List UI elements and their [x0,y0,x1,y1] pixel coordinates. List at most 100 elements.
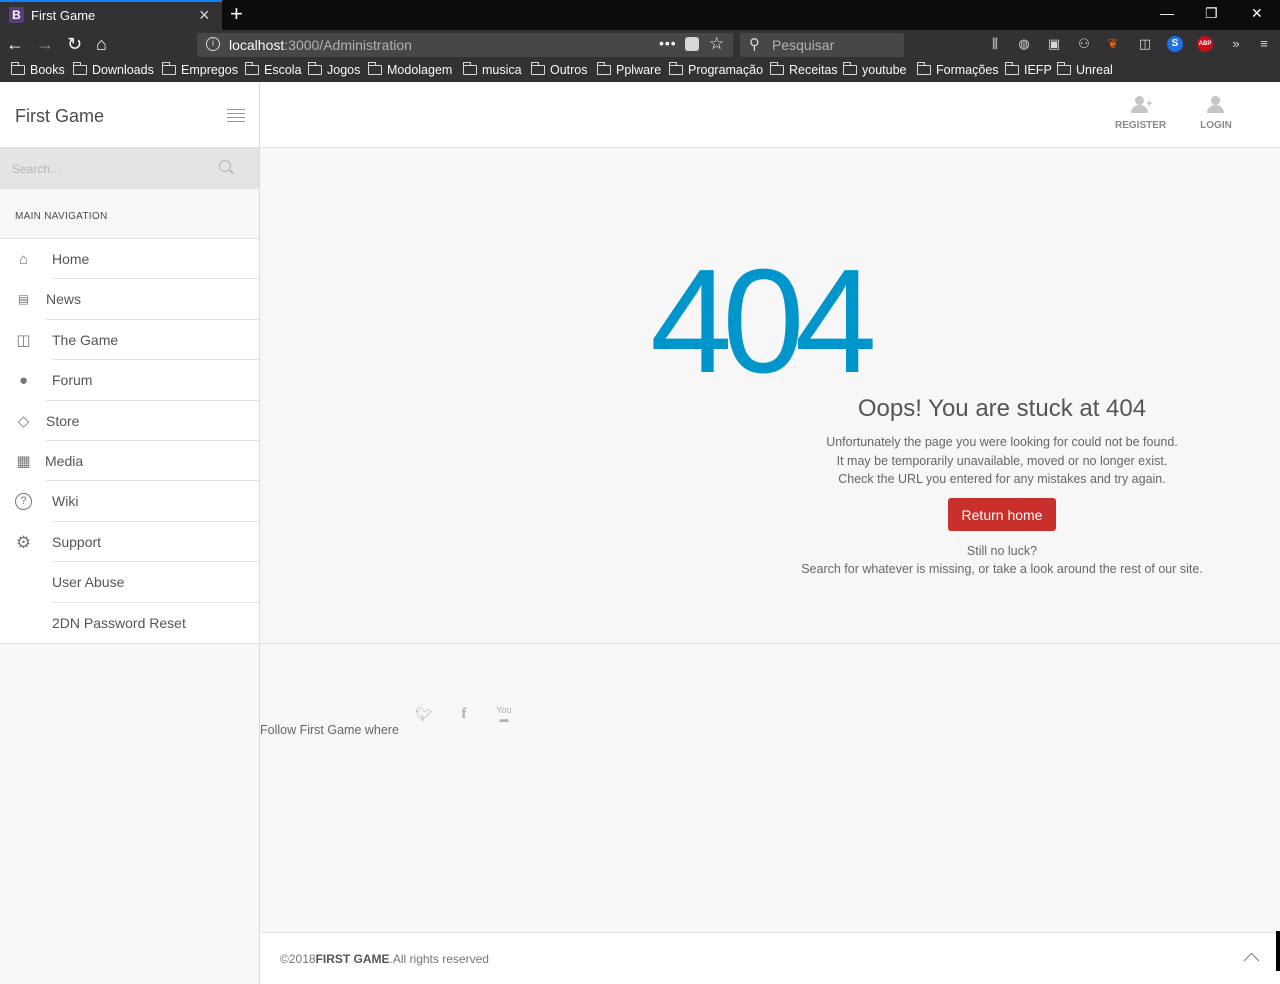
bootstrap-favicon-icon: B [9,7,24,23]
bookmarks-toolbar: Books Downloads Empregos Escola Jogos Mo… [0,60,1280,82]
page-actions-icon[interactable]: ••• [659,35,677,51]
login-button[interactable]: LOGIN [1196,96,1236,131]
error-content: 404 Oops! You are stuck at 404 Unfortuna… [260,148,1280,644]
bookmark-folder[interactable]: Escola [244,62,302,77]
bookmark-folder[interactable]: Unreal [1056,62,1113,77]
sidebar-item-label: Support [52,533,102,550]
bookmark-folder[interactable]: Formações [916,62,999,77]
browser-tab-bar: B First Game × + — ❐ ✕ [0,0,1280,30]
error-message-line: Check the URL you entered for any mistak… [838,472,1166,486]
bookmark-folder[interactable]: Empregos [161,62,238,77]
sidebar-item-wiki[interactable]: ? Wiki [0,481,259,522]
tab-close-icon[interactable]: × [199,5,210,26]
main-navigation: ⌂ Home ▤ News ◫ The Game ● Forum ◇ Store… [0,238,259,644]
window-close-icon[interactable]: ✕ [1251,5,1263,22]
sidebar-item-label: Wiki [52,493,79,510]
bookmark-folder[interactable]: IEFP [1004,62,1052,77]
bookmark-folder[interactable]: Programação [668,62,763,77]
sidebar-toggle-icon[interactable]: ◫ [1137,36,1153,52]
bookmark-folder[interactable]: Outros [530,62,588,77]
film-icon: ▦ [16,452,31,470]
bookmark-folder[interactable]: Modolagem [367,62,452,77]
sidebar-toggle-icon[interactable] [227,109,245,125]
sidebar-item-store[interactable]: ◇ Store [0,401,259,441]
back-icon[interactable]: ← [6,34,24,54]
return-home-button[interactable]: Return home [948,498,1056,531]
home-icon[interactable]: ⌂ [96,34,107,54]
extension-users-icon[interactable]: ⚇ [1076,36,1092,52]
extension-bird-icon[interactable]: ❦ [1105,36,1121,52]
question-circle-icon: ? [15,493,32,511]
sidebar-item-news[interactable]: ▤ News [0,279,259,320]
scrollbar-edge [1276,931,1280,971]
minimize-icon[interactable]: — [1160,5,1174,21]
sidebar-item-support[interactable]: ⚙ Support [0,522,259,563]
brand-bar: First Game [0,82,259,148]
sidebar-item-label: The Game [52,331,119,348]
bookmark-folder[interactable]: youtube [842,62,906,77]
error-hint-text: Search for whatever is missing, or take … [801,562,1203,576]
browser-search-input[interactable]: ⚲ Pesquisar [740,33,904,57]
error-title: Oops! You are stuck at 404 [857,395,1147,422]
bookmark-folder[interactable]: Downloads [72,62,154,77]
copyright-text: ©2018FIRST GAME.All rights reserved [280,952,489,966]
sidebar-item-the-game[interactable]: ◫ The Game [0,320,259,361]
folder-icon [668,62,683,75]
forward-icon[interactable]: → [36,34,54,54]
folder-icon [596,62,611,75]
camera-icon[interactable]: ▣ [1046,36,1062,52]
sidebar-item-label: User Abuse [52,574,125,591]
sidebar: First Game MAIN NAVIGATION ⌂ Home ▤ News… [0,82,260,984]
search-icon[interactable] [219,160,231,172]
folder-icon [307,62,322,75]
bookmark-folder[interactable]: Jogos [307,62,360,77]
sidebar-item-password-reset[interactable]: 2DN Password Reset [0,603,259,643]
twitter-icon[interactable]: 🐦︎ [415,706,433,723]
bookmark-folder[interactable]: Books [10,62,65,77]
hamburger-menu-icon[interactable]: ≡ [1256,36,1272,52]
folder-icon [530,62,545,75]
reload-icon[interactable]: ↻ [67,34,82,54]
pocket-icon[interactable] [685,37,699,51]
adblock-icon[interactable]: ABP [1197,36,1213,52]
restore-icon[interactable]: ❐ [1205,5,1218,22]
login-label: LOGIN [1200,120,1232,131]
site-info-icon[interactable]: i [206,37,220,51]
bookmark-folder[interactable]: Pplware [596,62,661,77]
search-placeholder: Pesquisar [772,37,835,53]
folder-icon [842,62,857,75]
sidebar-item-home[interactable]: ⌂ Home [0,239,259,280]
bookmark-folder[interactable]: Receitas [769,62,838,77]
bookmark-folder[interactable]: musica [462,62,522,77]
sidebar-item-label: 2DN Password Reset [52,614,186,631]
error-message-line: It may be temporarily unavailable, moved… [836,454,1168,468]
user-icon [1205,96,1227,114]
new-tab-icon[interactable]: + [230,1,243,27]
extension-s-icon[interactable]: S [1167,36,1183,52]
library-icon[interactable]: ⫼ [987,36,1003,52]
folder-icon [916,62,931,75]
facebook-icon[interactable]: f [455,706,473,723]
register-label: REGISTER [1115,120,1167,131]
folder-icon [1056,62,1071,75]
globe-icon[interactable]: ◍ [1016,36,1032,52]
bookmark-star-icon[interactable]: ☆ [709,34,724,54]
url-bar[interactable]: i localhost:3000/Administration ••• ☆ [197,33,733,57]
still-no-luck-text: Still no luck? [966,544,1038,558]
brand-title[interactable]: First Game [15,106,104,127]
browser-tab[interactable]: B First Game × [0,0,222,30]
tab-title: First Game [31,8,96,23]
register-button[interactable]: + REGISTER [1115,96,1167,131]
sidebar-item-user-abuse[interactable]: User Abuse [0,562,259,603]
chat-bubble-icon: ● [18,372,29,390]
youtube-icon[interactable]: You ▬ [495,706,513,724]
chevron-up-icon[interactable] [1244,950,1258,964]
footer: ©2018FIRST GAME.All rights reserved [260,931,1280,984]
sidebar-item-forum[interactable]: ● Forum [0,360,259,401]
folder-icon [72,62,87,75]
overflow-chevron-icon[interactable]: » [1228,36,1244,52]
sidebar-item-media[interactable]: ▦ Media [0,441,259,482]
folder-icon [462,62,477,75]
gear-icon: ⚙ [15,532,32,552]
user-plus-icon: + [1129,96,1152,114]
